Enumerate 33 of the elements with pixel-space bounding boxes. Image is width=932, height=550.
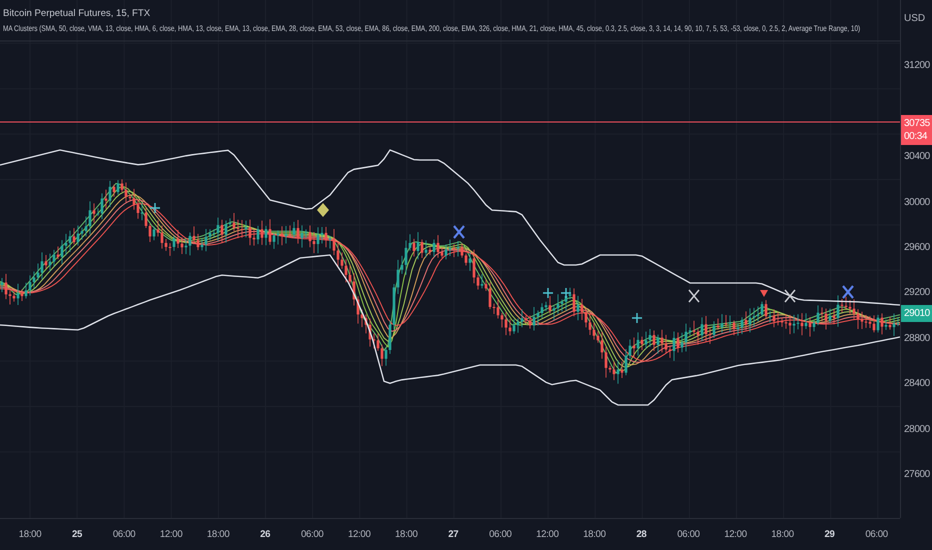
date-label: 29 [824, 528, 836, 542]
time-label: 12:00 [158, 528, 184, 542]
time-label: 18:00 [582, 528, 607, 542]
time-label: 06:00 [112, 528, 136, 542]
time-label: 12:00 [723, 528, 748, 542]
price-label: 29600 [904, 242, 930, 254]
indicator-price-badge: 29010 [901, 305, 932, 322]
date-label: 28 [635, 528, 648, 542]
date-label: 26 [259, 528, 272, 542]
time-label: 18:00 [18, 528, 42, 542]
price-label: 28000 [904, 424, 930, 435]
price-label: 27600 [904, 469, 930, 480]
price-label: 28800 [904, 332, 930, 344]
time-label: 06:00 [300, 528, 324, 542]
price-label: 28400 [904, 378, 930, 390]
time-label: 18:00 [206, 528, 230, 542]
time-label: 12:00 [346, 528, 372, 542]
time-label: 06:00 [488, 528, 513, 542]
indicator-legend: MA Clusters (SMA, 50, close, VMA, 13, close, HMA, 6, close, HMA, 13, close, EMA, 13, close, EMA, 28, close, EMA, 53, close, EMA, 86, close, EMA, 200, close, EMA, 326, close, HMA, 21, close, HMA, 45, close, 0.3, 2.5, close, 3, 3, 14, 14, 90, 10, 7, 5, 53, -53, close, 0, 2.5, 2, Average True Range, 10) [3, 21, 860, 36]
time-label: 18:00 [394, 528, 419, 542]
price-label: 30000 [904, 196, 930, 208]
date-label: 27 [447, 528, 460, 542]
time-label: 18:00 [770, 528, 795, 542]
currency-label: USD [903, 12, 926, 26]
last-price-badge: 30735 00:34 [901, 115, 932, 145]
price-label: 30400 [904, 151, 930, 162]
price-label: 31200 [904, 60, 930, 72]
time-label: 12:00 [535, 528, 560, 542]
symbol-title: Bitcoin Perpetual Futures, 15, FTX [3, 7, 150, 21]
date-label: 25 [71, 528, 84, 542]
time-label: 06:00 [676, 528, 701, 542]
price-label: 29200 [904, 287, 930, 298]
time-label: 06:00 [864, 528, 889, 542]
